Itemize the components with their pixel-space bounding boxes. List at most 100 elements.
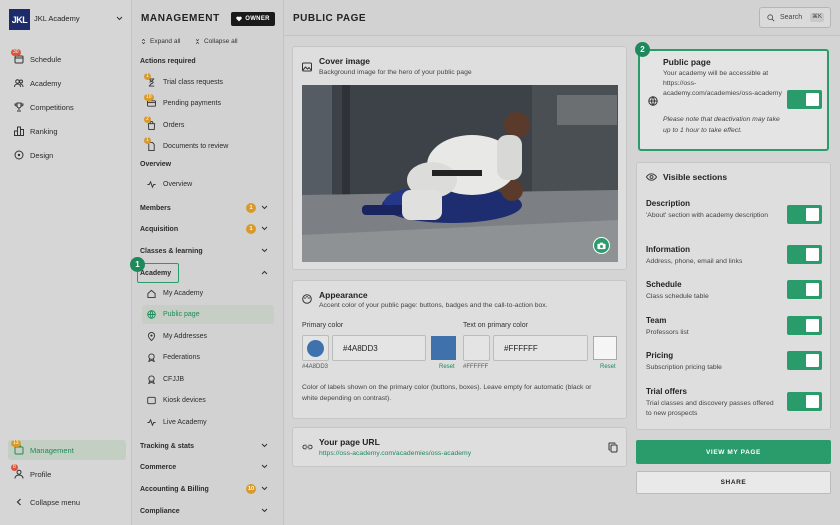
section-toggle-pricing[interactable] <box>787 351 822 370</box>
owner-badge: OWNER <box>231 12 275 26</box>
text-color-swatch <box>593 336 617 360</box>
group-classes[interactable]: Classes & learning <box>140 243 272 259</box>
globe-icon <box>147 310 156 319</box>
user-icon: 8 <box>11 464 24 479</box>
chevron-down-icon <box>261 486 268 491</box>
action-label: Documents to review <box>163 143 229 150</box>
share-button[interactable]: SHARE <box>636 471 831 494</box>
link-icon <box>302 444 313 450</box>
action-pending-payments[interactable]: 10 Pending payments <box>142 94 274 113</box>
section-desc: Trial classes and discovery passes offer… <box>646 400 774 417</box>
academy-item-label: CFJJB <box>163 376 184 383</box>
group-label: Commerce <box>140 463 177 471</box>
academy-item-label: My Addresses <box>163 333 207 340</box>
nav-management[interactable]: 13 Management <box>8 440 126 460</box>
nav-profile[interactable]: 8 Profile <box>8 464 126 484</box>
academy-item-cfjjb[interactable]: CFJJB <box>142 370 274 389</box>
public-page-toggle[interactable] <box>787 90 822 109</box>
primary-color-swatch <box>431 336 456 360</box>
group-badge: 1 <box>246 224 256 234</box>
group-badge: 1 <box>246 203 256 213</box>
action-documents[interactable]: 1 Documents to review <box>142 137 274 156</box>
activity-icon <box>147 418 156 427</box>
public-page-note: Please note that deactivation may take u… <box>663 116 780 134</box>
section-toggle-schedule[interactable] <box>787 280 822 299</box>
group-accounting[interactable]: Accounting & Billing 10 <box>140 481 272 497</box>
nav-label: Design <box>30 150 54 160</box>
nav-schedule[interactable]: 30 Schedule <box>8 49 126 69</box>
group-commerce[interactable]: Commerce <box>140 459 272 475</box>
section-toggle-information[interactable] <box>787 245 822 264</box>
search-icon <box>767 13 775 21</box>
nav-ranking[interactable]: Ranking <box>8 121 126 141</box>
step-marker-2: 2 <box>635 42 650 57</box>
academy-item-label: Kiosk devices <box>163 397 206 404</box>
actions-required-heading: Actions required <box>140 58 196 65</box>
group-label: Classes & learning <box>140 247 203 255</box>
chevron-down-icon <box>261 443 268 448</box>
ranking-icon <box>14 126 24 136</box>
academy-item-kiosk[interactable]: Kiosk devices <box>142 391 274 410</box>
section-toggle-description[interactable] <box>787 205 822 224</box>
copy-icon[interactable] <box>608 442 618 453</box>
section-desc: Subscription pricing table <box>646 364 722 371</box>
section-desc: Address, phone, email and links <box>646 258 743 265</box>
chevron-down-icon <box>261 226 268 231</box>
expand-icon <box>141 38 146 45</box>
academy-item-federations[interactable]: Federations <box>142 348 274 367</box>
academy-name: JKL Academy <box>34 14 80 23</box>
group-label: Accounting & Billing <box>140 485 209 493</box>
section-title: Pricing <box>646 351 674 360</box>
chevron-left-icon <box>14 497 24 507</box>
group-acquisition[interactable]: Acquisition 1 <box>140 221 272 237</box>
group-members[interactable]: Members 1 <box>140 200 272 216</box>
owner-label: OWNER <box>245 16 270 22</box>
medal-icon <box>147 375 156 384</box>
expand-all-button[interactable]: Expand all <box>140 38 180 45</box>
search-button[interactable]: Search ⌘K <box>759 7 831 28</box>
section-toggle-team[interactable] <box>787 316 822 335</box>
action-trial-requests[interactable]: 1 Trial class requests <box>142 73 274 92</box>
text-color-input[interactable]: #FFFFFF <box>493 335 588 361</box>
action-orders[interactable]: 2 Orders <box>142 116 274 135</box>
primary-color-input[interactable]: #4A8DD3 <box>332 335 426 361</box>
academy-item-label: Public page <box>163 311 200 318</box>
text-reset-button[interactable]: Reset <box>600 364 616 370</box>
group-tracking[interactable]: Tracking & stats <box>140 438 272 454</box>
nav-label: Profile <box>30 469 52 479</box>
view-my-page-button[interactable]: VIEW MY PAGE <box>636 440 831 464</box>
collapse-menu-button[interactable]: Collapse menu <box>8 492 126 512</box>
academy-switcher[interactable]: JKL Academy <box>34 14 126 26</box>
palette-icon <box>302 294 312 304</box>
primary-color-picker[interactable] <box>302 335 329 361</box>
collapse-all-button[interactable]: Collapse all <box>194 38 238 45</box>
cover-image[interactable] <box>302 85 618 262</box>
section-title: Description <box>646 199 691 208</box>
chevron-down-icon <box>261 248 268 253</box>
overview-item[interactable]: Overview <box>142 175 274 194</box>
academy-item-live[interactable]: Live Academy <box>142 413 274 432</box>
cover-title: Cover image <box>319 56 371 66</box>
academy-item-public-page[interactable]: Public page <box>142 305 274 324</box>
heart-icon <box>236 16 242 22</box>
academy-item-addresses[interactable]: My Addresses <box>142 327 274 346</box>
nav-competitions[interactable]: Competitions <box>8 97 126 117</box>
cover-description: Background image for the hero of your pu… <box>319 69 472 76</box>
page-url-link[interactable]: https://oss-academy.com/academies/oss-ac… <box>319 450 471 457</box>
calendar-icon: 30 <box>11 49 24 64</box>
nav-design[interactable]: Design <box>8 145 126 165</box>
nav-label: Schedule <box>30 54 62 64</box>
top-bar: PUBLIC PAGE Search ⌘K <box>284 0 840 36</box>
change-photo-button[interactable] <box>593 237 610 254</box>
academy-item-my-academy[interactable]: My Academy <box>142 284 274 303</box>
group-label: Compliance <box>140 507 180 515</box>
action-badge: 1 <box>144 73 151 80</box>
text-color-picker[interactable] <box>463 335 490 361</box>
nav-academy[interactable]: Academy <box>8 73 126 93</box>
toggle-knob <box>806 354 819 367</box>
section-toggle-trial-offers[interactable] <box>787 392 822 411</box>
group-badge: 10 <box>246 484 256 494</box>
appearance-description: Accent color of your public page: button… <box>319 302 548 309</box>
primary-reset-button[interactable]: Reset <box>439 364 455 370</box>
group-compliance[interactable]: Compliance <box>140 503 272 519</box>
